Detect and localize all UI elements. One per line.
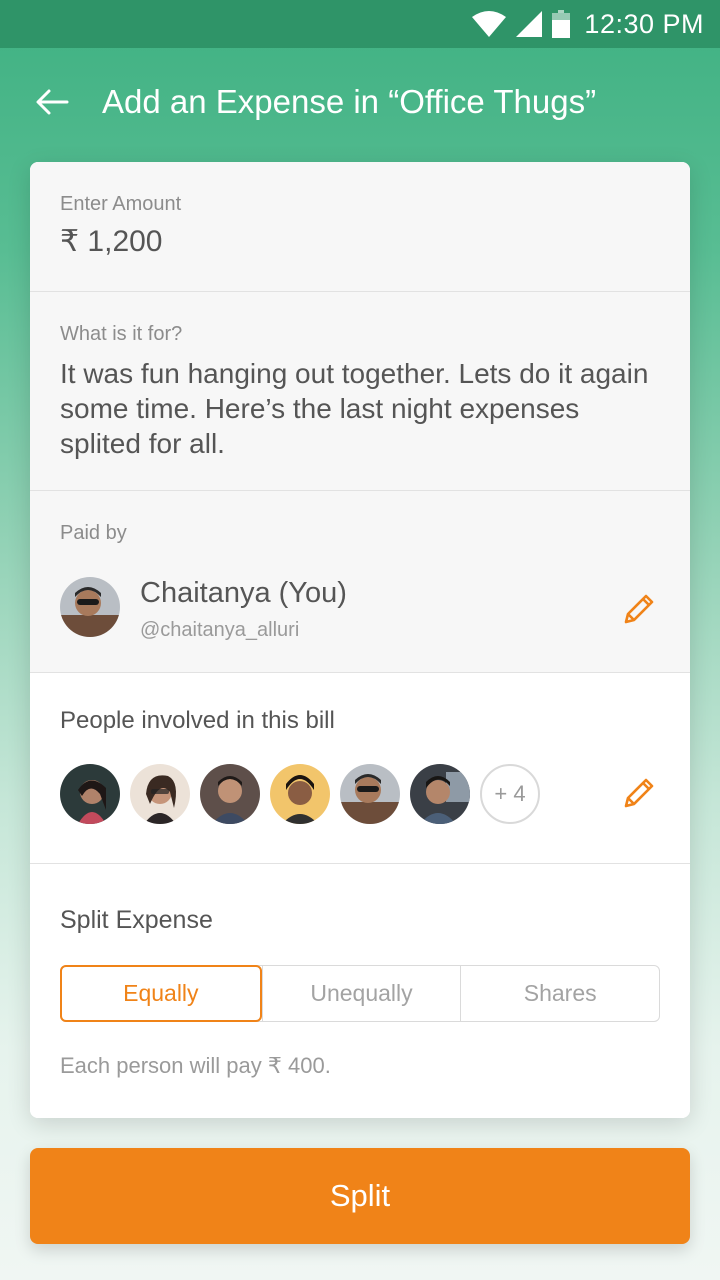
description-label: What is it for? <box>60 323 183 345</box>
paid-by-section: Paid by Chaitanya (You) @chaitanya_allur… <box>30 491 690 673</box>
amount-label: Enter Amount <box>60 193 182 215</box>
payer-handle: @chaitanya_alluri <box>140 619 300 641</box>
amount-section[interactable]: Enter Amount ₹ 1,200 <box>30 162 690 292</box>
battery-icon <box>552 10 571 38</box>
split-mode-selector: Equally Unequally Shares <box>60 965 660 1022</box>
person-avatar <box>340 764 400 824</box>
paid-by-label: Paid by <box>60 522 127 544</box>
pencil-icon <box>624 594 654 624</box>
app-bar: Add an Expense in “Office Thugs” <box>0 48 720 156</box>
payer-avatar <box>60 577 120 637</box>
signal-icon <box>516 11 543 37</box>
split-option-shares[interactable]: Shares <box>460 966 659 1021</box>
person-avatar <box>130 764 190 824</box>
person-avatar <box>410 764 470 824</box>
status-icons <box>472 10 571 38</box>
edit-payer-button[interactable] <box>618 590 658 630</box>
person-avatar <box>270 764 330 824</box>
split-button[interactable]: Split <box>30 1148 690 1244</box>
wifi-icon <box>472 11 507 37</box>
page-title: Add an Expense in “Office Thugs” <box>102 83 597 120</box>
description-input[interactable]: It was fun hanging out together. Lets do… <box>60 356 650 461</box>
amount-input[interactable]: ₹ 1,200 <box>60 224 163 259</box>
pencil-icon <box>624 778 654 808</box>
person-avatar <box>200 764 260 824</box>
payer-name: Chaitanya (You) <box>140 577 347 609</box>
edit-people-button[interactable] <box>618 774 658 814</box>
people-title: People involved in this bill <box>60 707 335 734</box>
status-time: 12:30 PM <box>584 8 704 39</box>
split-section: Split Expense Equally Unequally Shares E… <box>30 864 690 1118</box>
status-bar: 12:30 PM <box>0 0 720 48</box>
back-button[interactable] <box>22 72 82 132</box>
arrow-left-icon <box>36 89 69 115</box>
split-note: Each person will pay ₹ 400. <box>60 1053 331 1078</box>
people-avatars: + 4 <box>60 764 540 824</box>
more-people-badge[interactable]: + 4 <box>480 764 540 824</box>
expense-form-card: Enter Amount ₹ 1,200 What is it for? It … <box>30 162 690 1118</box>
description-section[interactable]: What is it for? It was fun hanging out t… <box>30 292 690 491</box>
split-option-unequally[interactable]: Unequally <box>261 966 461 1021</box>
split-option-equally[interactable]: Equally <box>60 965 262 1022</box>
person-avatar <box>60 764 120 824</box>
split-title: Split Expense <box>60 906 213 934</box>
people-section: People involved in this bill + 4 <box>30 673 690 864</box>
